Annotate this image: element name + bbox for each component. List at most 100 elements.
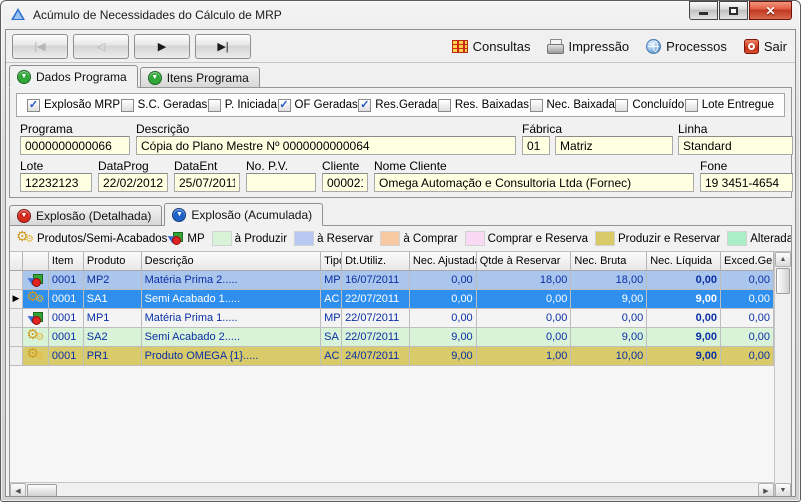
table-row[interactable]: ▶0001SA1Semi Acabado 1.....AC22/07/20110…: [10, 290, 774, 309]
fabrica-code-field[interactable]: [522, 136, 550, 155]
column-header-item[interactable]: Item: [49, 252, 84, 271]
close-button[interactable]: [749, 1, 792, 20]
minimize-button[interactable]: [689, 1, 718, 20]
mp-icon: [27, 274, 44, 287]
column-header-nec-bruta[interactable]: Nec. Bruta: [571, 252, 647, 271]
maximize-button[interactable]: [719, 1, 748, 20]
column-header-produto[interactable]: Produto: [84, 252, 142, 271]
grid-header: ItemProdutoDescriçãoTipoDt.Utiliz.Nec. A…: [10, 252, 774, 271]
table-row[interactable]: 0001PR1Produto OMEGA {1}.....AC24/07/201…: [10, 347, 774, 366]
horizontal-scroll-thumb[interactable]: [27, 484, 57, 497]
checkbox-lote-entregue[interactable]: Lote Entregue: [685, 99, 774, 112]
column-header-dt-utiliz[interactable]: Dt.Utiliz.: [342, 252, 410, 271]
legend-label: Produzir e Reservar: [618, 233, 720, 245]
cell-tipo: AC: [321, 347, 342, 366]
circle-down-arrow-icon: [172, 208, 186, 222]
cell-nec-ajustada: 9,00: [410, 328, 477, 347]
toolbar-actions: Consultas Impressão Processos Sair: [452, 39, 787, 54]
cell-dt-utiliz: 22/07/2011: [342, 328, 410, 347]
cell-nec-ajustada: 0,00: [410, 290, 477, 309]
scroll-down-arrow[interactable]: [775, 483, 791, 497]
checkbox-label: Res.Gerada: [375, 99, 437, 111]
tab-explos-o-acumulada[interactable]: Explosão (Acumulada): [164, 203, 323, 226]
fone-field[interactable]: [700, 173, 793, 192]
tab-itens-programa[interactable]: Itens Programa: [140, 67, 260, 87]
column-header-qtde-reservar[interactable]: Qtde à Reservar: [477, 252, 572, 271]
column-header-nec-l-quida[interactable]: Nec. Líquida: [647, 252, 721, 271]
checkbox-res-baixadas[interactable]: Res. Baixadas: [438, 99, 529, 112]
checkbox-box: [121, 99, 134, 112]
checkbox-nec-baixada[interactable]: Nec. Baixada: [530, 99, 615, 112]
descricao-field[interactable]: [136, 136, 516, 155]
checkbox-box: [438, 99, 451, 112]
scroll-right-arrow[interactable]: [758, 483, 774, 497]
legend-produzir-e-reservar: Produzir e Reservar: [588, 231, 720, 246]
toolbar-sair-button[interactable]: Sair: [744, 39, 787, 54]
linha-field[interactable]: [678, 136, 793, 155]
checkbox-label: Nec. Baixada: [547, 99, 615, 111]
column-header-tipo[interactable]: Tipo: [321, 252, 342, 271]
cell-item: 0001: [49, 309, 84, 328]
cliente-field[interactable]: [322, 173, 368, 192]
nome-cliente-field[interactable]: [374, 173, 694, 192]
cell-nec-liquida: 9,00: [647, 328, 721, 347]
tab-dados-programa[interactable]: Dados Programa: [9, 65, 138, 88]
column-header-nec-ajustada[interactable]: Nec. Ajustada: [410, 252, 477, 271]
cell-item: 0001: [49, 328, 84, 347]
nav-next-button[interactable]: ▶: [134, 34, 190, 59]
toolbar-impressao-button[interactable]: Impressão: [547, 39, 629, 54]
checkbox-box: [278, 99, 291, 112]
fabrica-name-field[interactable]: [555, 136, 673, 155]
row-selector: [10, 347, 23, 366]
nav-first-button[interactable]: |◀: [12, 34, 68, 59]
column-header-descri-o[interactable]: Descrição: [142, 252, 321, 271]
cell-nec-ajustada: 0,00: [410, 309, 477, 328]
table-row[interactable]: 0001MP2Matéria Prima 2.....MP16/07/20110…: [10, 271, 774, 290]
vertical-scroll-track[interactable]: [775, 295, 791, 483]
lote-field[interactable]: [20, 173, 92, 192]
scroll-left-arrow[interactable]: [10, 483, 26, 497]
window-title: Acúmulo de Necessidades do Cálculo de MR…: [33, 8, 689, 22]
checkbox-res-gerada[interactable]: Res.Gerada: [358, 99, 437, 112]
checkbox-explos-o-mrp[interactable]: Explosão MRP: [27, 99, 120, 112]
programa-field[interactable]: [20, 136, 130, 155]
scroll-up-arrow[interactable]: [775, 252, 791, 267]
cell-exced-gerad: 0,00: [721, 309, 774, 328]
fone-label: Fone: [700, 159, 727, 173]
cell-nec-liquida: 9,00: [647, 290, 721, 309]
checkbox-p-iniciada[interactable]: P. Iniciada: [208, 99, 277, 112]
checkbox-s-c-geradas[interactable]: S.C. Geradas: [121, 99, 208, 112]
cell-dt-utiliz: 16/07/2011: [342, 271, 410, 290]
vertical-scroll-thumb[interactable]: [776, 268, 790, 294]
toolbar-processos-button[interactable]: Processos: [646, 39, 727, 54]
tab-explos-o-detalhada[interactable]: Explosão (Detalhada): [9, 205, 162, 225]
grid-area: ItemProdutoDescriçãoTipoDt.Utiliz.Nec. A…: [10, 252, 774, 497]
column-header-exced-gerad[interactable]: Exced.Gerad.: [721, 252, 774, 271]
cell-exced-gerad: 0,00: [721, 328, 774, 347]
checkbox-box: [27, 99, 40, 112]
nav-last-button[interactable]: ▶|: [195, 34, 251, 59]
checkbox-conclu-do[interactable]: Concluído: [615, 99, 684, 112]
horizontal-scroll-track[interactable]: [58, 483, 758, 497]
programa-label: Programa: [20, 122, 73, 136]
nav-prev-button[interactable]: ◁: [73, 34, 129, 59]
grid-empty-area: [10, 366, 774, 482]
cell-descricao: Semi Acabado 1.....: [142, 290, 321, 309]
circle-down-arrow-icon: [148, 71, 162, 85]
dataprog-field[interactable]: [98, 173, 168, 192]
mp-icon: [27, 312, 44, 325]
status-flags-box: Explosão MRPS.C. GeradasP. IniciadaOF Ge…: [16, 93, 785, 117]
vertical-scrollbar[interactable]: [774, 252, 791, 497]
no-pv-field[interactable]: [246, 173, 316, 192]
horizontal-scrollbar[interactable]: [10, 482, 774, 497]
table-row[interactable]: 0001SA2Semi Acabado 2.....SA22/07/20119,…: [10, 328, 774, 347]
checkbox-of-geradas[interactable]: OF Geradas: [278, 99, 358, 112]
cell-exced-gerad: 0,00: [721, 347, 774, 366]
mp-icon: [167, 232, 184, 245]
legend-comprar: à Comprar: [373, 231, 457, 246]
table-row[interactable]: 0001MP1Matéria Prima 1.....MP22/07/20110…: [10, 309, 774, 328]
toolbar-consultas-button[interactable]: Consultas: [452, 39, 531, 54]
cell-tipo: MP: [321, 271, 342, 290]
title-bar[interactable]: Acúmulo de Necessidades do Cálculo de MR…: [1, 1, 800, 29]
dataent-field[interactable]: [174, 173, 240, 192]
